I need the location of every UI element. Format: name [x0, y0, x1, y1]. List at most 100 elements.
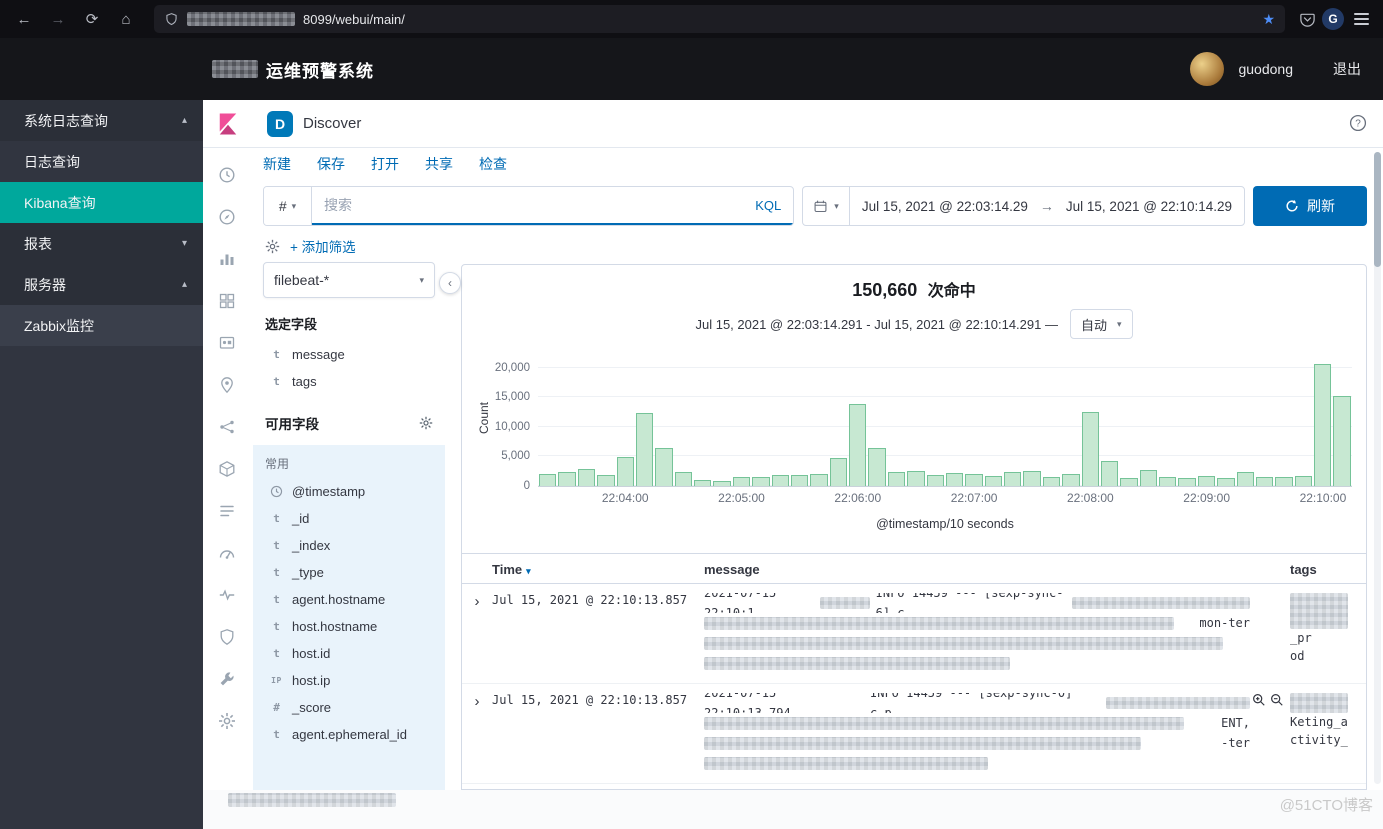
sidebar-item-label: Kibana查询: [24, 193, 96, 213]
kibana-logo[interactable]: [203, 100, 253, 148]
chevron-down-icon: ▾: [292, 201, 297, 212]
menu-share[interactable]: 共享: [425, 154, 453, 174]
menu-save[interactable]: 保存: [317, 154, 345, 174]
page-footer: @51CTO博客: [203, 790, 1383, 829]
breadcrumb[interactable]: Discover: [303, 115, 361, 132]
time-range-from[interactable]: Jul 15, 2021 @ 22:03:14.29: [850, 199, 1040, 214]
machine-learning-icon[interactable]: [218, 418, 238, 438]
siem-icon[interactable]: [218, 628, 238, 648]
address-bar[interactable]: 8099/webui/main/ ★: [154, 5, 1285, 33]
apm-icon[interactable]: [218, 544, 238, 564]
column-header-message[interactable]: message: [704, 562, 1290, 577]
account-badge[interactable]: G: [1322, 8, 1344, 30]
zoom-in-icon[interactable]: [1252, 693, 1266, 707]
menu-open[interactable]: 打开: [371, 154, 399, 174]
index-pattern-select[interactable]: filebeat-* ▾: [263, 262, 435, 298]
time-range-to[interactable]: Jul 15, 2021 @ 22:10:14.29: [1054, 199, 1244, 214]
sidebar-item-system-log-query[interactable]: 系统日志查询 ▴: [0, 100, 203, 141]
scrollbar[interactable]: [1374, 152, 1381, 784]
histogram-bar: [888, 472, 905, 486]
histogram-bar: [558, 472, 575, 486]
field-name: @timestamp: [292, 484, 365, 499]
sidebar-item-reports[interactable]: 报表 ▾: [0, 223, 203, 264]
censored-block: [704, 637, 1223, 650]
sidebar-item-log-query[interactable]: 日志查询: [0, 141, 203, 182]
ip-field-icon: IP: [269, 676, 284, 685]
censored-block: [820, 597, 869, 609]
dev-tools-icon[interactable]: [218, 670, 238, 690]
censored-block: [704, 657, 1010, 670]
menu-new[interactable]: 新建: [263, 154, 291, 174]
x-axis-label: @timestamp/10 seconds: [538, 517, 1352, 531]
logs-icon[interactable]: [218, 502, 238, 522]
refresh-button[interactable]: 刷新: [1253, 186, 1367, 226]
saved-query-button[interactable]: # ▾: [264, 187, 312, 225]
canvas-icon[interactable]: [218, 334, 238, 354]
uptime-icon[interactable]: [218, 586, 238, 606]
zoom-out-icon[interactable]: [1270, 693, 1284, 707]
expand-row-button[interactable]: ›: [462, 693, 492, 711]
kql-toggle[interactable]: KQL: [743, 198, 793, 213]
field-id[interactable]: t _id: [263, 505, 435, 532]
table-header-row: Time▾ message tags: [462, 554, 1366, 584]
column-header-tags[interactable]: tags: [1290, 562, 1366, 577]
pocket-icon[interactable]: [1299, 11, 1316, 28]
x-tick-label: 22:08:00: [1067, 491, 1114, 505]
chevron-down-icon: ▾: [419, 275, 424, 286]
sidebar-item-label: 报表: [24, 234, 52, 254]
menu-icon[interactable]: [1350, 7, 1373, 31]
collapse-fields-button[interactable]: ‹: [439, 272, 461, 294]
app-header: 运维预警系统 guodong 退出: [0, 38, 1383, 100]
field-agent-ephemeral-id[interactable]: t agent.ephemeral_id: [263, 721, 435, 748]
management-icon[interactable]: [218, 712, 238, 732]
field-host-id[interactable]: t host.id: [263, 640, 435, 667]
histogram-bar: [1023, 471, 1040, 486]
x-tick-label: 22:10:00: [1300, 491, 1347, 505]
field-score[interactable]: # _score: [263, 694, 435, 721]
sidebar-item-kibana-query[interactable]: Kibana查询: [0, 182, 203, 223]
visualize-icon[interactable]: [218, 250, 238, 270]
maps-icon[interactable]: [218, 376, 238, 396]
histogram-bar: [1043, 477, 1060, 486]
shield-icon[interactable]: [164, 12, 179, 27]
reload-button[interactable]: ⟳: [78, 6, 106, 32]
url-censored-block: [187, 12, 295, 26]
field-type[interactable]: t _type: [263, 559, 435, 586]
field-message[interactable]: t message: [263, 341, 435, 368]
add-filter-link[interactable]: + 添加筛选: [290, 236, 356, 256]
help-icon[interactable]: ?: [1349, 114, 1367, 137]
discover-icon[interactable]: [218, 208, 238, 228]
forward-button[interactable]: →: [44, 6, 72, 32]
column-header-time[interactable]: Time▾: [492, 562, 704, 577]
search-input[interactable]: [312, 187, 743, 223]
field-name: _score: [292, 700, 331, 715]
field-host-hostname[interactable]: t host.hostname: [263, 613, 435, 640]
avatar[interactable]: [1190, 52, 1224, 86]
dashboard-icon[interactable]: [218, 292, 238, 312]
tags-cell: _pr od: [1290, 593, 1366, 665]
menu-inspect[interactable]: 检查: [479, 154, 507, 174]
bookmark-star-icon[interactable]: ★: [1262, 11, 1275, 28]
scrollbar-thumb[interactable]: [1374, 152, 1381, 267]
infrastructure-icon[interactable]: [218, 460, 238, 480]
filter-gear-icon[interactable]: [265, 239, 280, 254]
histogram-bar: [597, 475, 614, 486]
field-index[interactable]: t _index: [263, 532, 435, 559]
home-button[interactable]: ⌂: [112, 6, 140, 32]
histogram-bar: [1256, 477, 1273, 486]
logout-button[interactable]: 退出: [1333, 59, 1361, 79]
date-picker-button[interactable]: ▾: [803, 187, 850, 225]
field-agent-hostname[interactable]: t agent.hostname: [263, 586, 435, 613]
back-button[interactable]: ←: [10, 6, 38, 32]
expand-row-button[interactable]: ›: [462, 593, 492, 611]
field-host-ip[interactable]: IP host.ip: [263, 667, 435, 694]
fields-settings-gear-icon[interactable]: [419, 416, 433, 430]
field-timestamp[interactable]: @timestamp: [263, 478, 435, 505]
sidebar-item-zabbix[interactable]: Zabbix监控: [0, 305, 203, 346]
url-text: 8099/webui/main/: [303, 12, 405, 27]
field-tags[interactable]: t tags: [263, 368, 435, 395]
recent-icon[interactable]: [218, 166, 238, 186]
sidebar-item-servers[interactable]: 服务器 ▴: [0, 264, 203, 305]
x-tick-label: 22:09:00: [1183, 491, 1230, 505]
interval-select[interactable]: 自动 ▾: [1070, 309, 1133, 339]
